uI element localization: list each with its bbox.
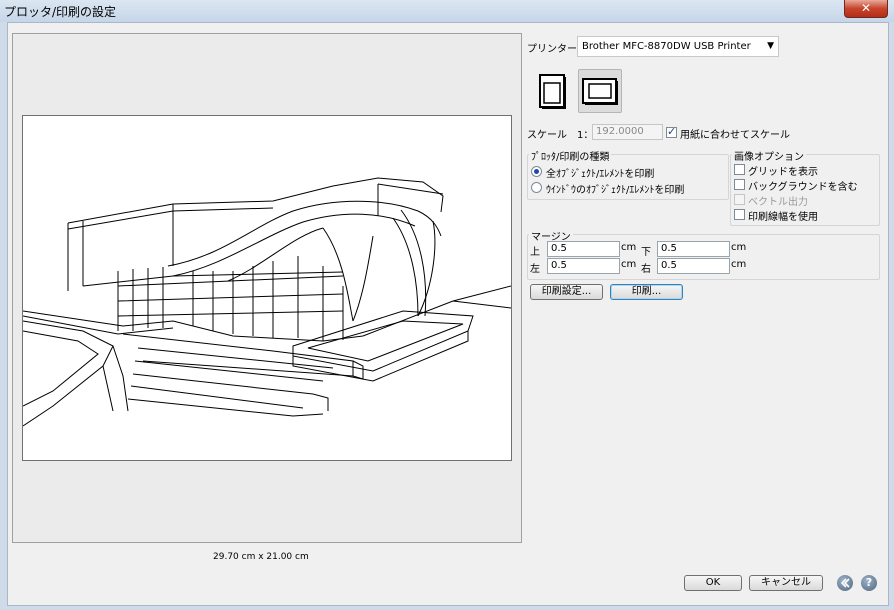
margin-bottom-label: 下 bbox=[641, 247, 651, 258]
image-options-title: 画像オプション bbox=[732, 148, 806, 163]
show-grid-checkbox[interactable] bbox=[734, 164, 745, 175]
use-line-width-checkbox[interactable] bbox=[734, 209, 745, 220]
title-bar: プロッタ/印刷の設定 ✕ bbox=[0, 0, 894, 22]
margin-top-label: 上 bbox=[530, 247, 540, 258]
cancel-button[interactable]: キャンセル bbox=[749, 575, 823, 591]
dialog-body: 29.70 cm x 21.00 cm プリンター: Brother MFC-8… bbox=[7, 22, 889, 606]
scale-label: スケール 1： bbox=[527, 130, 594, 141]
margin-bottom-input[interactable]: 0.5 bbox=[657, 241, 730, 257]
margin-left-unit: cm bbox=[621, 259, 637, 270]
paper-preview bbox=[22, 115, 512, 461]
dropdown-arrow-icon[interactable]: ▼ bbox=[767, 41, 774, 51]
margin-left-label: 左 bbox=[530, 264, 540, 275]
close-button[interactable]: ✕ bbox=[844, 0, 888, 18]
use-line-width-label: 印刷線幅を使用 bbox=[748, 212, 818, 223]
window-title: プロッタ/印刷の設定 bbox=[4, 5, 117, 19]
print-window-objects-label: ｳｲﾝﾄﾞｳのｵﾌﾞｼﾞｪｸﾄ/ｴﾚﾒﾝﾄを印刷 bbox=[546, 185, 685, 196]
margin-top-input[interactable]: 0.5 bbox=[547, 241, 620, 257]
printer-select[interactable]: Brother MFC-8870DW USB Printer ▼ bbox=[577, 36, 779, 57]
printer-label: プリンター: bbox=[527, 44, 581, 55]
show-grid-label: グリッドを表示 bbox=[748, 167, 818, 178]
plot-type-title: ﾌﾟﾛｯﾀ/印刷の種類 bbox=[529, 148, 612, 163]
print-all-objects-radio[interactable] bbox=[531, 166, 542, 177]
margin-right-input[interactable]: 0.5 bbox=[657, 258, 730, 274]
margin-left-input[interactable]: 0.5 bbox=[547, 258, 620, 274]
portrait-orientation-button[interactable] bbox=[531, 69, 575, 113]
architectural-drawing bbox=[23, 177, 511, 427]
margin-bottom-unit: cm bbox=[731, 242, 747, 253]
print-all-objects-label: 全ｵﾌﾞｼﾞｪｸﾄ/ｴﾚﾒﾝﾄを印刷 bbox=[546, 169, 655, 180]
print-preview-panel bbox=[12, 33, 522, 543]
vector-output-checkbox[interactable] bbox=[734, 194, 745, 205]
include-background-checkbox[interactable] bbox=[734, 179, 745, 190]
landscape-orientation-button[interactable] bbox=[578, 69, 622, 113]
vector-output-label: ベクトル出力 bbox=[748, 197, 808, 208]
include-background-label: バックグラウンドを含む bbox=[748, 182, 858, 193]
margin-right-unit: cm bbox=[731, 259, 747, 270]
portrait-page-icon bbox=[539, 74, 566, 109]
fit-to-paper-label: 用紙に合わせてスケール bbox=[680, 130, 790, 141]
question-mark-icon[interactable]: ? bbox=[861, 575, 877, 591]
print-button[interactable]: 印刷... bbox=[610, 284, 683, 300]
double-chevron-left-icon[interactable] bbox=[837, 575, 853, 591]
print-window-objects-radio[interactable] bbox=[531, 182, 542, 193]
print-setup-button[interactable]: 印刷設定... bbox=[530, 284, 603, 300]
ok-button[interactable]: OK bbox=[684, 575, 742, 591]
scale-input[interactable]: 192.0000 bbox=[592, 124, 663, 140]
fit-to-paper-checkbox[interactable] bbox=[666, 125, 677, 138]
printer-selected-value: Brother MFC-8870DW USB Printer bbox=[582, 41, 751, 52]
paper-size-label: 29.70 cm x 21.00 cm bbox=[213, 552, 309, 562]
margin-top-unit: cm bbox=[621, 242, 637, 253]
landscape-page-icon bbox=[582, 78, 618, 105]
margin-right-label: 右 bbox=[641, 264, 651, 275]
